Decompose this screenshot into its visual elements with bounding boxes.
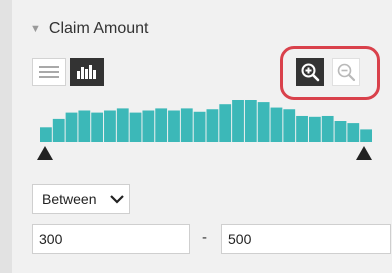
- operator-select[interactable]: Between: [32, 184, 130, 214]
- histogram-bar: [219, 104, 232, 142]
- histogram-bar: [347, 123, 360, 142]
- histogram-bar: [321, 115, 334, 142]
- histogram-bar: [193, 111, 206, 142]
- histogram-bar: [129, 112, 142, 142]
- histogram-bar: [116, 108, 129, 142]
- filter-panel: ▼ Claim Amount Between 300 - 500: [0, 0, 392, 273]
- histogram-bar: [270, 107, 283, 142]
- histogram-bar: [91, 112, 104, 142]
- max-value-input[interactable]: [221, 224, 391, 254]
- histogram-bar: [283, 109, 296, 142]
- histogram-bar: [360, 129, 372, 142]
- chevron-down-icon: [110, 195, 125, 204]
- min-value-input[interactable]: [32, 224, 190, 254]
- histogram-bar: [232, 100, 244, 142]
- histogram-bar: [142, 110, 155, 142]
- histogram-bar: [257, 102, 270, 142]
- histogram-bar: [40, 127, 52, 142]
- histogram-bar: [65, 112, 78, 142]
- range-separator: -: [202, 229, 207, 246]
- histogram-bar: [296, 115, 308, 142]
- histogram-bar: [155, 108, 168, 142]
- histogram-bar: [180, 108, 193, 142]
- histogram-bar: [206, 109, 219, 142]
- range-min-handle[interactable]: [37, 146, 53, 160]
- histogram-bar: [52, 118, 65, 142]
- histogram-bar: [308, 116, 321, 142]
- histogram-bar: [334, 121, 347, 142]
- operator-select-value: Between: [42, 191, 97, 207]
- histogram-bar: [168, 110, 180, 142]
- histogram-bar: [244, 100, 257, 142]
- range-max-handle[interactable]: [356, 146, 372, 160]
- histogram-bar: [104, 110, 116, 142]
- histogram-bar: [78, 110, 91, 142]
